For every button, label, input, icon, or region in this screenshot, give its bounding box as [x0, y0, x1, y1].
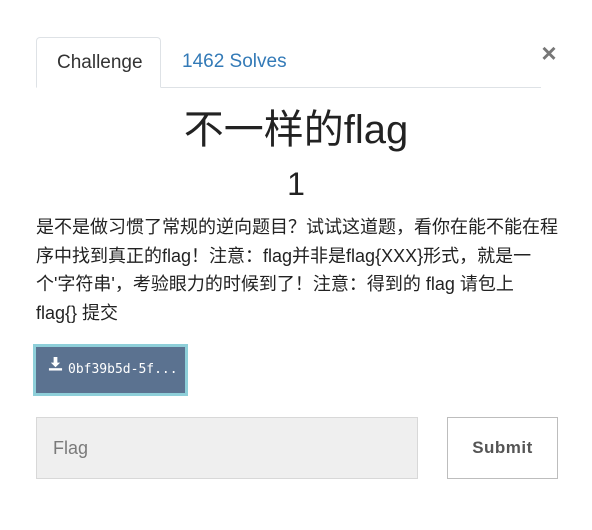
tab-solves[interactable]: 1462 Solves — [162, 37, 307, 87]
challenge-tabs: Challenge 1462 Solves — [36, 37, 541, 88]
submit-button[interactable]: Submit — [447, 417, 558, 479]
tab-challenge[interactable]: Challenge — [36, 37, 161, 88]
flag-input[interactable] — [36, 417, 418, 479]
file-name: 0bf39b5d-5f... — [68, 362, 178, 377]
close-icon[interactable]: × — [538, 38, 560, 68]
download-icon — [48, 347, 63, 391]
file-download-button[interactable]: 0bf39b5d-5f... — [33, 344, 188, 396]
challenge-title: 不一样的flag — [183, 108, 409, 152]
challenge-value: 1 — [287, 166, 305, 202]
challenge-description: 是不是做习惯了常规的逆向题目？试试这道题，看你在能不能在程序中找到真正的flag… — [36, 217, 558, 323]
challenge-modal: Challenge 1462 Solves × 不一样的flag 1 是不是做习… — [0, 0, 592, 530]
